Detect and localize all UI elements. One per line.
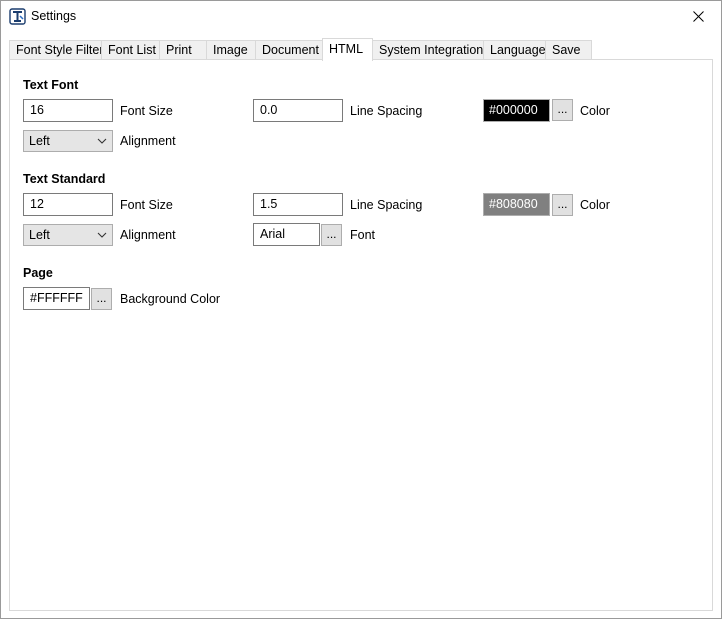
standard-color-label: Color bbox=[580, 198, 610, 212]
standard-font-size-input[interactable]: 12 bbox=[23, 193, 113, 216]
standard-alignment-select[interactable]: Left bbox=[23, 224, 113, 246]
tab-html[interactable]: HTML bbox=[322, 38, 373, 61]
tab-language[interactable]: Language bbox=[483, 40, 546, 60]
text-standard-heading: Text Standard bbox=[23, 172, 106, 186]
standard-alignment-label: Alignment bbox=[120, 228, 176, 242]
text-color-label: Color bbox=[580, 104, 610, 118]
standard-alignment-value: Left bbox=[29, 228, 50, 242]
page-background-browse-button[interactable]: ... bbox=[91, 288, 112, 310]
chevron-down-icon bbox=[97, 138, 107, 144]
title-bar: Settings bbox=[1, 1, 721, 32]
standard-color-browse-button[interactable]: ... bbox=[552, 194, 573, 216]
text-line-spacing-label: Line Spacing bbox=[350, 104, 423, 118]
text-font-size-input[interactable]: 16 bbox=[23, 99, 113, 122]
close-button[interactable] bbox=[675, 1, 721, 31]
tab-font-style-filter[interactable]: Font Style Filter bbox=[9, 40, 104, 60]
standard-font-browse-button[interactable]: ... bbox=[321, 224, 342, 246]
tab-save[interactable]: Save bbox=[545, 40, 592, 60]
text-font-size-label: Font Size bbox=[120, 104, 173, 118]
tab-print[interactable]: Print bbox=[159, 40, 207, 60]
tab-font-list[interactable]: Font List bbox=[101, 40, 160, 60]
tab-image[interactable]: Image bbox=[206, 40, 256, 60]
text-line-spacing-input[interactable]: 0.0 bbox=[253, 99, 343, 122]
standard-font-label: Font bbox=[350, 228, 376, 242]
chevron-down-icon bbox=[97, 232, 107, 238]
tab-document[interactable]: Document bbox=[255, 40, 323, 60]
text-alignment-label: Alignment bbox=[120, 134, 176, 148]
window-title: Settings bbox=[31, 9, 77, 23]
settings-window: Settings Font Style Filter Font List Pri… bbox=[0, 0, 722, 619]
tab-strip: Font Style Filter Font List Print Image … bbox=[9, 38, 713, 61]
page-heading: Page bbox=[23, 266, 53, 280]
standard-font-input[interactable]: Arial bbox=[253, 223, 320, 246]
standard-font-size-label: Font Size bbox=[120, 198, 173, 212]
standard-color-swatch[interactable]: #808080 bbox=[483, 193, 550, 216]
page-background-label: Background Color bbox=[120, 292, 221, 306]
text-alignment-value: Left bbox=[29, 134, 50, 148]
html-settings-panel: Text Font 16 Font Size 0.0 Line Spacing … bbox=[9, 59, 713, 611]
standard-line-spacing-label: Line Spacing bbox=[350, 198, 423, 212]
text-alignment-select[interactable]: Left bbox=[23, 130, 113, 152]
text-font-heading: Text Font bbox=[23, 78, 79, 92]
page-background-input[interactable]: #FFFFFF bbox=[23, 287, 90, 310]
tab-system-integration[interactable]: System Integration bbox=[372, 40, 484, 60]
standard-line-spacing-input[interactable]: 1.5 bbox=[253, 193, 343, 216]
text-color-browse-button[interactable]: ... bbox=[552, 99, 573, 121]
text-color-swatch[interactable]: #000000 bbox=[483, 99, 550, 122]
close-icon bbox=[692, 10, 704, 22]
app-logo-icon bbox=[9, 8, 26, 25]
